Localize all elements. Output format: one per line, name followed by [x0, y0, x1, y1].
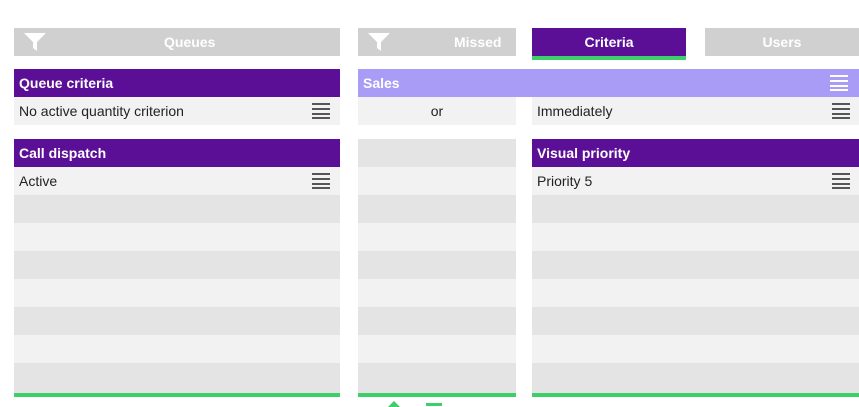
filter-icon[interactable]	[368, 33, 390, 51]
tab-criteria-label: Criteria	[584, 34, 634, 50]
timing-value: Immediately	[537, 103, 613, 119]
empty-row	[14, 335, 340, 363]
queue-criteria-title: Queue criteria	[19, 75, 114, 91]
empty-row	[358, 139, 516, 167]
connector-label: or	[430, 103, 444, 119]
call-dispatch-header: Call dispatch	[14, 139, 340, 167]
empty-row	[358, 363, 516, 393]
empty-row	[14, 251, 340, 279]
empty-row	[532, 363, 859, 393]
empty-row	[532, 195, 859, 223]
empty-row	[358, 307, 516, 335]
empty-row	[358, 279, 516, 307]
menu-icon[interactable]	[312, 173, 330, 189]
empty-row	[14, 279, 340, 307]
timing-row[interactable]: Immediately	[532, 97, 859, 125]
sales-header[interactable]: Sales	[358, 69, 859, 97]
empty-row	[14, 223, 340, 251]
visual-priority-header: Visual priority	[532, 139, 859, 167]
empty-row	[358, 335, 516, 363]
empty-row	[532, 335, 859, 363]
empty-row	[14, 195, 340, 223]
call-dispatch-title: Call dispatch	[19, 145, 107, 161]
middle-bottom-bar	[358, 393, 516, 397]
menu-icon[interactable]	[832, 103, 850, 119]
empty-row	[14, 307, 340, 335]
scroll-up-icon[interactable]	[388, 401, 400, 407]
scroll-down-icon[interactable]	[426, 403, 442, 406]
visual-priority-row[interactable]: Priority 5	[532, 167, 859, 195]
tab-users[interactable]: Users	[705, 28, 859, 56]
empty-row	[532, 307, 859, 335]
left-bottom-bar	[14, 393, 340, 397]
empty-row	[532, 251, 859, 279]
menu-icon[interactable]	[830, 75, 848, 91]
tab-missed-label: Missed	[454, 34, 502, 50]
call-dispatch-value: Active	[19, 173, 58, 189]
menu-icon[interactable]	[312, 103, 330, 119]
queue-criteria-row[interactable]: No active quantity criterion	[14, 97, 340, 125]
call-dispatch-row[interactable]: Active	[14, 167, 340, 195]
visual-priority-title: Visual priority	[537, 145, 631, 161]
filter-icon[interactable]	[24, 33, 46, 51]
empty-row	[358, 195, 516, 223]
empty-row	[358, 251, 516, 279]
right-bottom-bar	[532, 393, 859, 397]
tab-criteria-underline	[532, 56, 686, 60]
tab-queues-label: Queues	[164, 34, 216, 50]
tab-users-label: Users	[762, 34, 802, 50]
empty-row	[532, 279, 859, 307]
sales-title: Sales	[363, 75, 400, 91]
empty-row	[358, 223, 516, 251]
connector-row: or	[358, 97, 516, 125]
empty-row	[358, 167, 516, 195]
tab-criteria[interactable]: Criteria	[532, 28, 686, 56]
tab-queues[interactable]: Queues	[14, 28, 340, 56]
menu-icon[interactable]	[832, 173, 850, 189]
tab-missed[interactable]: Missed	[358, 28, 516, 56]
queue-criteria-value: No active quantity criterion	[19, 103, 184, 119]
visual-priority-value: Priority 5	[537, 173, 593, 189]
queue-criteria-header: Queue criteria	[14, 69, 340, 97]
empty-row	[14, 363, 340, 393]
empty-row	[532, 223, 859, 251]
